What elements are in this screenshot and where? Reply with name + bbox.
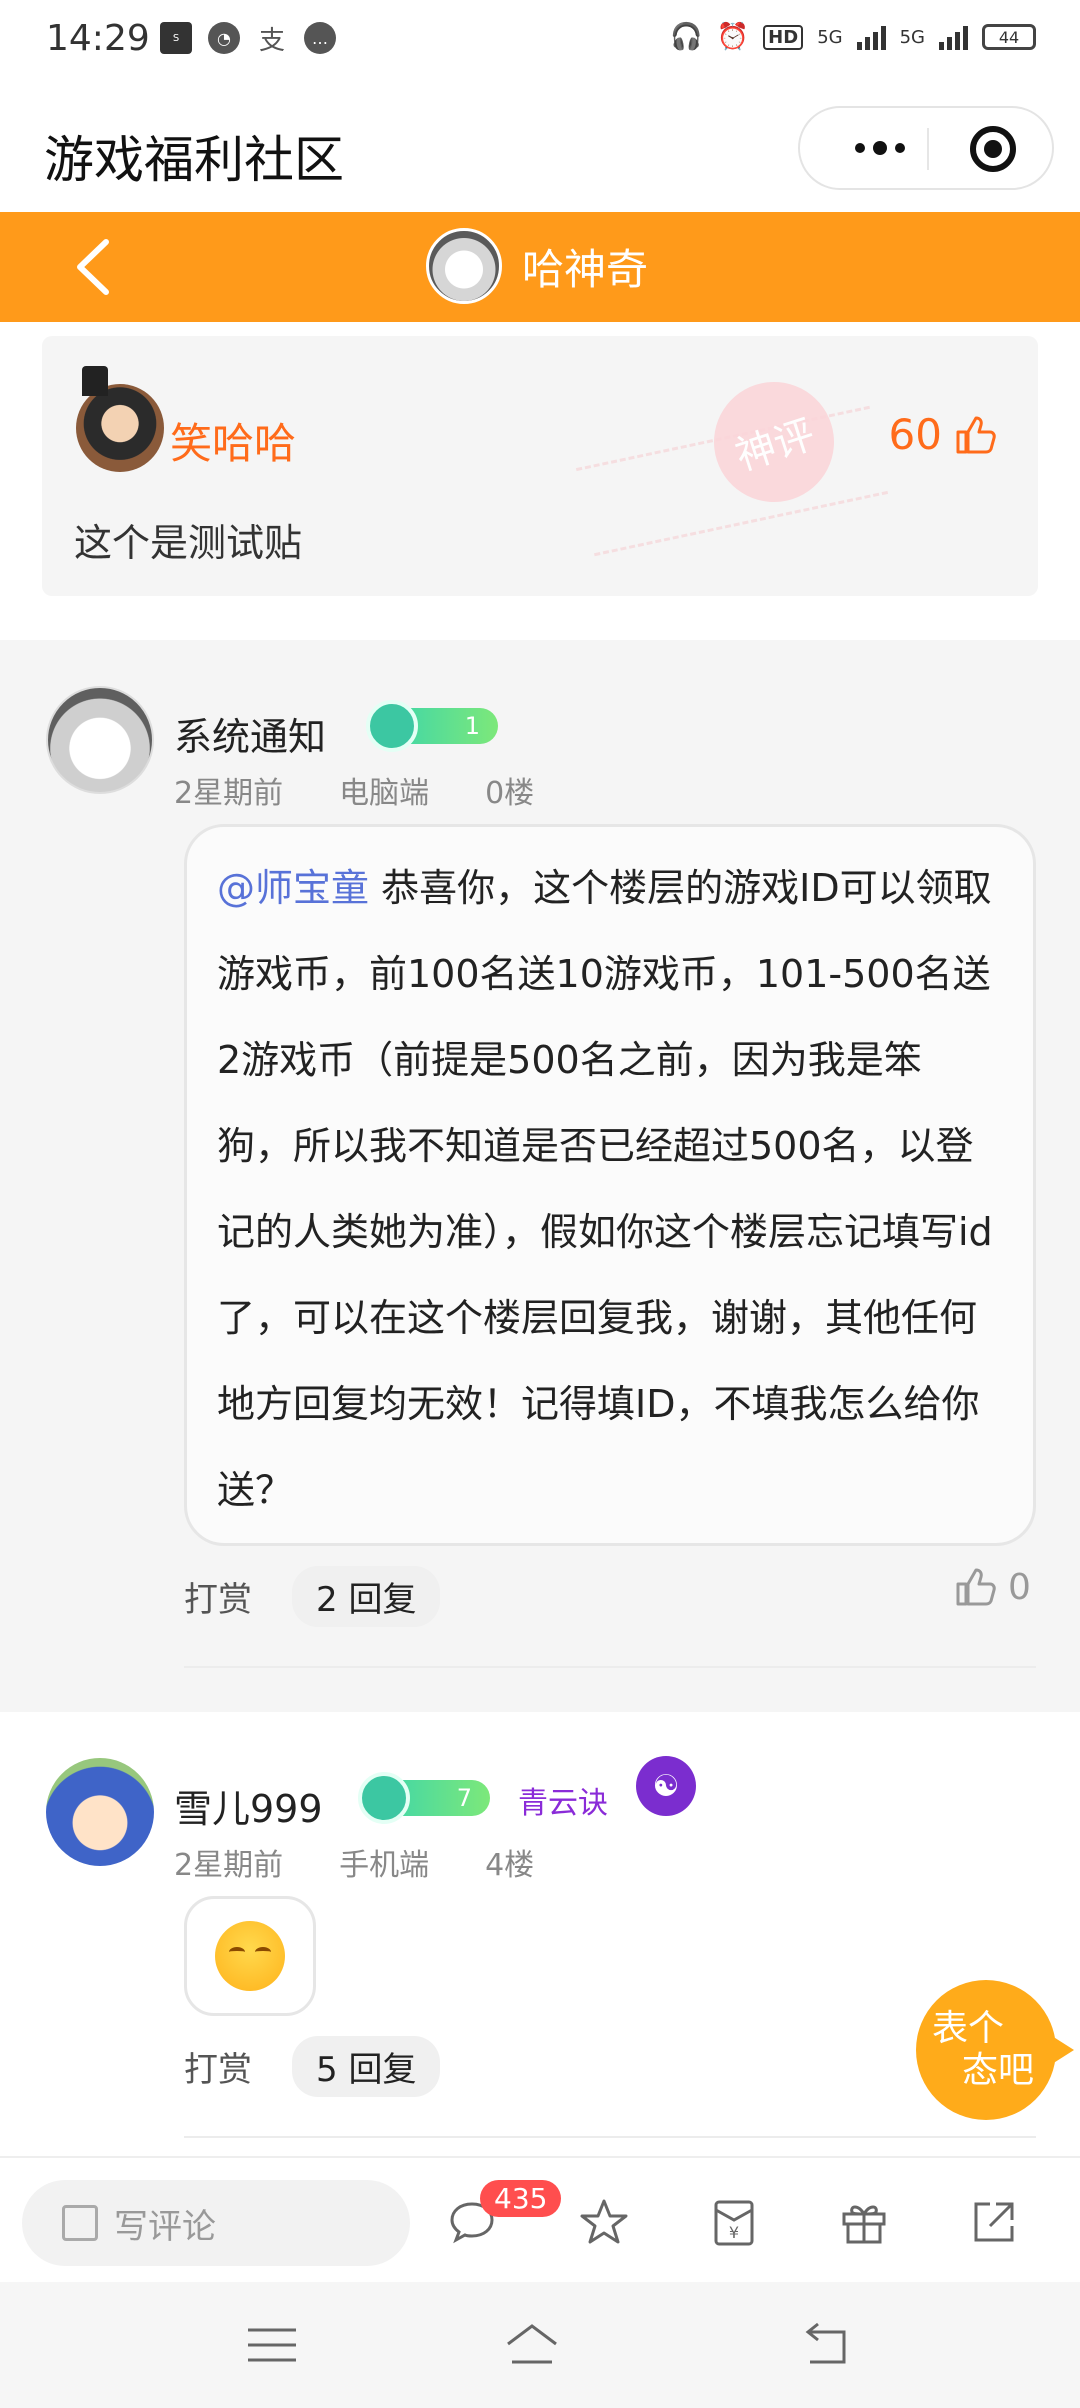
level-number: 7	[456, 1784, 472, 1812]
comment-bubble[interactable]: @师宝童 恭喜你，这个楼层的游戏ID可以领取游戏币，前100名送10游戏币，10…	[184, 824, 1036, 1546]
level-badge: 7	[358, 1772, 490, 1824]
level-number: 1	[464, 712, 480, 740]
quoted-author-name[interactable]: 笑哈哈	[170, 410, 296, 471]
comment-count-badge: 435	[480, 2180, 562, 2217]
capsule-menu	[798, 106, 1054, 190]
comment-actions: 打赏 5 回复	[184, 2036, 441, 2097]
signal-icon-2	[939, 24, 968, 50]
comment-body: 恭喜你，这个楼层的游戏ID可以领取游戏币，前100名送10游戏币，101-500…	[217, 866, 993, 1512]
comment-like-count: 0	[1008, 1566, 1031, 1608]
comment-divider	[184, 2136, 1036, 2138]
comment-avatar[interactable]	[46, 686, 154, 794]
thumb-up-icon	[952, 412, 998, 458]
float-label-line1: 表个	[932, 2008, 1005, 2049]
comment-time: 2星期前	[174, 1848, 284, 1883]
quoted-author-avatar[interactable]	[76, 384, 164, 472]
gift-icon[interactable]	[838, 2196, 890, 2248]
reward-button[interactable]: 打赏	[184, 1572, 252, 1621]
comment-floor: 0楼	[485, 776, 535, 811]
comment-floor: 4楼	[485, 1848, 535, 1883]
star-icon[interactable]	[578, 2196, 630, 2248]
notification-icons: S ◔ 支 …	[160, 22, 336, 56]
alipay-icon: 支	[258, 25, 285, 56]
comment-time: 2星期前	[174, 776, 284, 811]
back-chevron-icon[interactable]	[60, 232, 130, 302]
comment-meta: 2星期前 电脑端 0楼	[174, 768, 534, 812]
header-username: 哈神奇	[522, 244, 649, 294]
menu-icon[interactable]	[244, 2322, 300, 2368]
reward-button[interactable]: 打赏	[184, 2042, 252, 2091]
quoted-post-text: 这个是测试贴	[74, 521, 303, 565]
battery-icon: 44	[982, 24, 1036, 50]
reply-count-button[interactable]: 2 回复	[292, 1566, 441, 1627]
thread-header: 哈神奇	[0, 212, 1080, 322]
level-gem-icon	[358, 1772, 410, 1824]
system-navigation-bar	[0, 2282, 1080, 2408]
system-status-icons: 🎧 ⏰ HD 5G 5G 44	[670, 22, 1036, 52]
svg-text:¥: ¥	[729, 2223, 739, 2242]
hd-label: HD	[763, 24, 804, 50]
status-time: 14:29	[46, 18, 150, 59]
comment-device: 电脑端	[339, 776, 430, 811]
tip-coin-icon[interactable]: ¥	[708, 2196, 760, 2248]
comment-actions: 打赏 2 回复	[184, 1566, 441, 1627]
back-icon[interactable]	[796, 2322, 852, 2368]
mention-link[interactable]: @师宝童	[217, 866, 369, 910]
bottom-action-bar: 写评论 435 ¥	[0, 2156, 1080, 2282]
compass-icon: ◔	[208, 22, 240, 54]
mini-program-titlebar: 游戏福利社区	[0, 84, 1080, 212]
user-title-tag: 青云诀	[518, 1786, 608, 1821]
comment-like-button[interactable]: 0	[952, 1564, 1031, 1610]
avatar-hat-decoration	[82, 366, 108, 396]
quoted-post-card[interactable]: 笑哈哈 神评 60 这个是测试贴	[42, 336, 1038, 596]
express-opinion-button[interactable]: 表个 态吧	[916, 1980, 1074, 2120]
quoted-like-count: 60	[888, 410, 942, 459]
header-avatar	[426, 228, 502, 304]
emoji-bubble[interactable]	[184, 1896, 316, 2016]
headphone-icon: 🎧	[670, 22, 703, 52]
share-icon[interactable]	[968, 2196, 1020, 2248]
quoted-like-button[interactable]: 60	[889, 410, 998, 459]
capsule-divider	[927, 128, 929, 170]
comment-divider	[184, 1666, 1036, 1668]
sect-emblem-icon: ☯	[636, 1756, 696, 1816]
comment-author[interactable]: 雪儿999	[174, 1778, 323, 1833]
message-icon: …	[304, 22, 336, 54]
comment-placeholder: 写评论	[114, 2206, 216, 2247]
alarm-icon: ⏰	[716, 22, 750, 52]
reply-count-button[interactable]: 5 回复	[292, 2036, 441, 2097]
write-comment-input[interactable]: 写评论	[22, 2180, 410, 2266]
network-5g-label: 5G	[817, 26, 843, 48]
close-target-icon[interactable]	[970, 126, 1016, 172]
soul-app-icon: S	[160, 22, 192, 54]
comment-device: 手机端	[339, 1848, 430, 1883]
level-gem-icon	[366, 700, 418, 752]
home-icon[interactable]	[504, 2322, 560, 2368]
page-title: 游戏福利社区	[44, 131, 344, 189]
signal-icon	[856, 24, 886, 50]
status-bar: 14:29 S ◔ 支 … 🎧 ⏰ HD 5G 5G 44	[0, 0, 1080, 84]
header-user[interactable]: 哈神奇	[426, 228, 648, 304]
edit-icon	[62, 2205, 98, 2241]
comment-meta: 2星期前 手机端 4楼	[174, 1840, 534, 1884]
float-label-line2: 态吧	[962, 2050, 1035, 2091]
network-5g-label-2: 5G	[899, 26, 925, 48]
comment-text: @师宝童 恭喜你，这个楼层的游戏ID可以领取游戏币，前100名送10游戏币，10…	[217, 845, 997, 1533]
level-badge: 1	[366, 700, 498, 752]
more-icon[interactable]	[830, 108, 930, 188]
comment-author[interactable]: 系统通知	[174, 706, 326, 761]
comment-avatar[interactable]	[46, 1758, 154, 1866]
sleepy-emoji-icon	[215, 1921, 285, 1991]
thumb-up-icon	[952, 1564, 998, 1610]
